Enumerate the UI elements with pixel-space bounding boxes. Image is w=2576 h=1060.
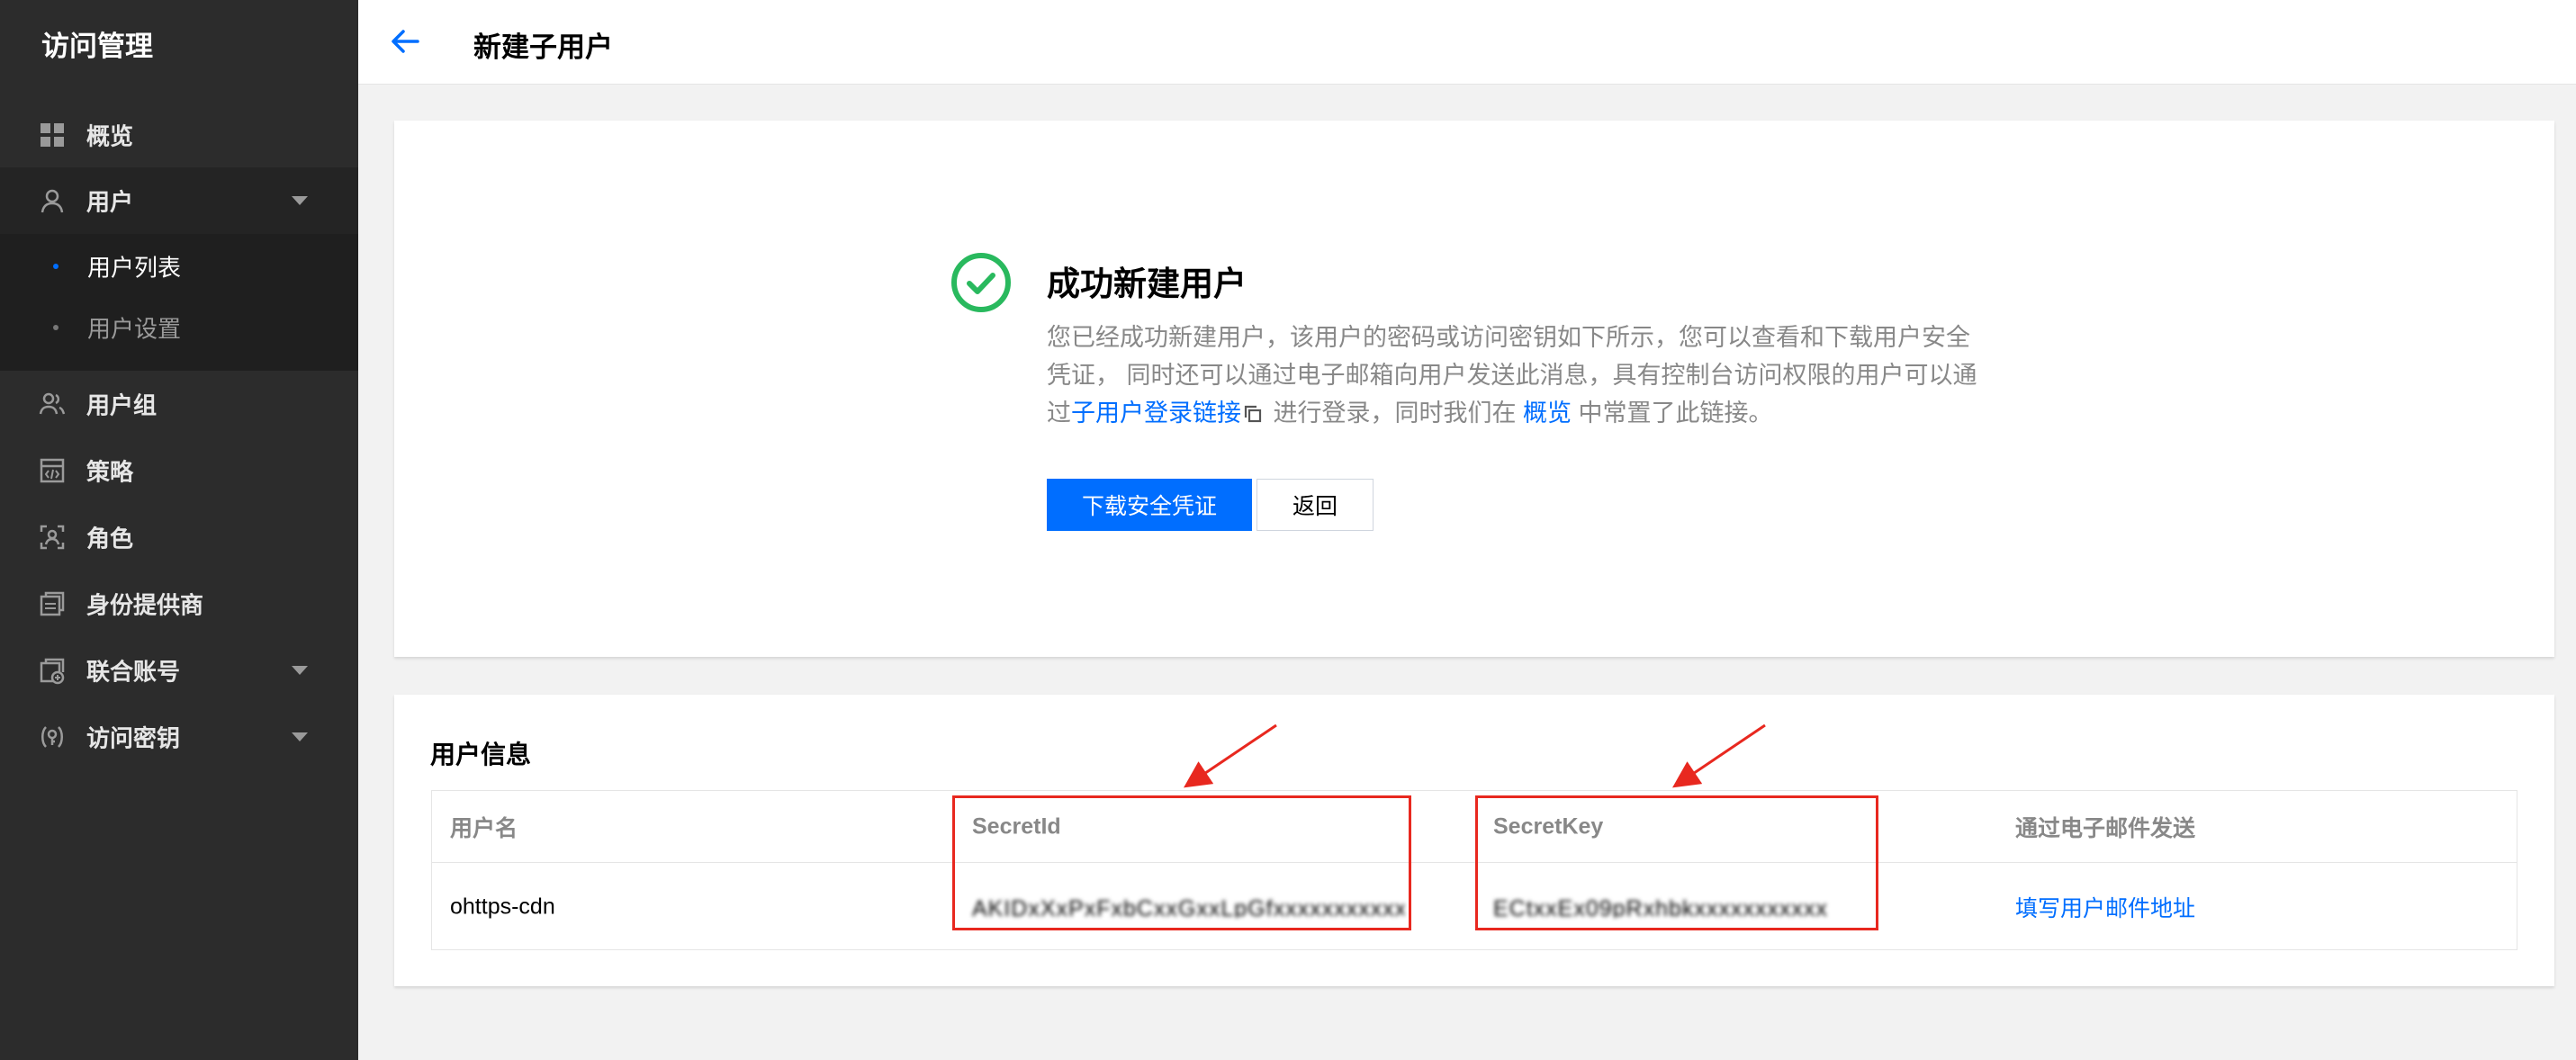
sidebar-item-label: 访问密钥 xyxy=(86,724,181,752)
sidebar-item-federated-account[interactable]: 联合账号 xyxy=(0,637,358,704)
dot-icon xyxy=(53,325,59,330)
annotation-box-secret-id xyxy=(952,795,1411,930)
column-header-username: 用户名 xyxy=(450,815,518,841)
sidebar: 访问管理 概览 用户 用户列表 用户设置 用户组 策略 角色 身份提供商 联合账… xyxy=(0,0,358,1060)
user-submenu: 用户列表 用户设置 xyxy=(0,234,358,371)
page-header: 新建子用户 xyxy=(358,0,2576,85)
success-check-icon xyxy=(950,251,1013,314)
download-credentials-button[interactable]: 下载安全凭证 xyxy=(1047,479,1252,531)
success-description: 您已经成功新建用户，该用户的密码或访问密钥如下所示，您可以查看和下载用户安全凭证… xyxy=(1047,319,1994,432)
sidebar-item-identity-provider[interactable]: 身份提供商 xyxy=(0,570,358,637)
sidebar-brand: 访问管理 xyxy=(41,31,153,62)
username-cell: ohttps-cdn xyxy=(450,894,555,919)
sidebar-item-role[interactable]: 角色 xyxy=(0,504,358,570)
success-card: 成功新建用户 您已经成功新建用户，该用户的密码或访问密钥如下所示，您可以查看和下… xyxy=(394,121,2554,657)
policy-icon xyxy=(38,456,67,485)
identity-provider-icon xyxy=(38,589,67,618)
page-title: 新建子用户 xyxy=(473,31,613,63)
sidebar-item-label: 概览 xyxy=(86,122,134,150)
fill-email-link[interactable]: 填写用户邮件地址 xyxy=(2015,891,2195,923)
sidebar-item-access-key[interactable]: 访问密钥 xyxy=(0,704,358,770)
submenu-item-label: 用户列表 xyxy=(87,254,182,282)
sub-user-login-link[interactable]: 子用户登录链接 xyxy=(1071,400,1241,427)
sidebar-item-label: 身份提供商 xyxy=(86,591,204,619)
return-button[interactable]: 返回 xyxy=(1256,479,1374,531)
federated-account-icon xyxy=(38,656,67,685)
sidebar-item-overview[interactable]: 概览 xyxy=(0,102,358,168)
user-icon xyxy=(38,186,67,215)
sidebar-item-user-list[interactable]: 用户列表 xyxy=(0,236,358,297)
copy-icon[interactable] xyxy=(1243,397,1263,423)
chevron-down-icon xyxy=(292,196,308,205)
user-group-icon xyxy=(38,390,67,418)
sidebar-item-label: 策略 xyxy=(86,458,134,486)
access-key-icon xyxy=(38,723,67,751)
success-title: 成功新建用户 xyxy=(1047,265,1247,302)
back-arrow-icon[interactable] xyxy=(387,23,423,59)
sidebar-item-label: 角色 xyxy=(86,525,134,552)
sidebar-item-user-group[interactable]: 用户组 xyxy=(0,371,358,437)
submenu-item-label: 用户设置 xyxy=(87,315,182,343)
sidebar-item-policy[interactable]: 策略 xyxy=(0,437,358,504)
sidebar-item-user-settings[interactable]: 用户设置 xyxy=(0,297,358,358)
user-info-table: 用户名 SecretId SecretKey 通过电子邮件发送 ohttps-c… xyxy=(431,790,2517,950)
column-header-email: 通过电子邮件发送 xyxy=(2015,815,2196,841)
active-dot-icon xyxy=(53,264,59,269)
sidebar-item-label: 联合账号 xyxy=(86,658,181,686)
sidebar-item-label: 用户组 xyxy=(86,391,158,419)
description-text: 中常置了此链接。 xyxy=(1572,400,1773,427)
section-title: 用户信息 xyxy=(430,741,532,768)
user-info-card: 用户信息 用户名 SecretId SecretKey 通过电子邮件发送 oht… xyxy=(394,695,2554,986)
chevron-down-icon xyxy=(292,732,308,741)
role-icon xyxy=(38,523,67,552)
chevron-down-icon xyxy=(292,666,308,675)
sidebar-item-user[interactable]: 用户 xyxy=(0,167,358,234)
annotation-box-secret-key xyxy=(1475,795,1878,930)
grid-icon xyxy=(38,121,67,149)
table-row: ohttps-cdn AKIDxXxPxFxbCxxGxxLpGfxxxxxxx… xyxy=(432,863,2517,950)
sidebar-item-label: 用户 xyxy=(86,188,134,216)
overview-link[interactable]: 概览 xyxy=(1523,400,1572,427)
description-text: 进行登录，同时我们在 xyxy=(1266,400,1524,427)
table-header-row: 用户名 SecretId SecretKey 通过电子邮件发送 xyxy=(432,791,2517,863)
